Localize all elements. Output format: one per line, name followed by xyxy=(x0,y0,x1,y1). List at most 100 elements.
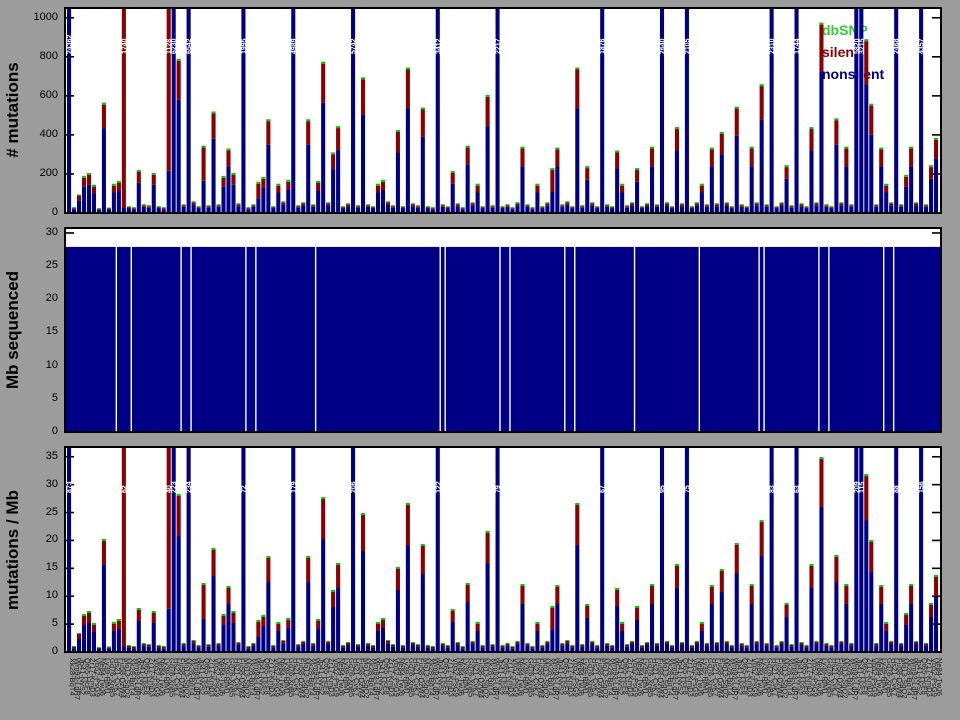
bar-silent xyxy=(261,179,265,188)
bar-dbsnp xyxy=(266,119,270,121)
bar-silent xyxy=(630,642,634,644)
bar-silent xyxy=(914,203,918,205)
bar-silent xyxy=(122,8,126,208)
bar-dbsnp xyxy=(595,645,599,646)
bar-silent xyxy=(720,571,724,592)
bar-nonsilent xyxy=(839,644,843,652)
bar-dbsnp xyxy=(844,584,848,586)
bar-silent xyxy=(695,642,699,644)
bar-dbsnp xyxy=(226,149,230,151)
clipped-bar-value-label: 75 xyxy=(684,485,691,493)
bar-dbsnp xyxy=(909,584,913,586)
bar-nonsilent xyxy=(839,205,843,213)
bar-silent xyxy=(336,128,340,150)
bar-silent xyxy=(755,642,759,644)
bar-dbsnp xyxy=(720,132,724,134)
bar-dbsnp xyxy=(725,641,729,642)
bar-silent xyxy=(97,648,101,649)
bar-dbsnp xyxy=(565,640,569,641)
bar-silent xyxy=(580,645,584,647)
bar-nonsilent xyxy=(466,164,470,213)
bar-silent xyxy=(461,647,465,648)
bar-silent xyxy=(775,646,779,647)
bar-nonsilent xyxy=(266,582,270,652)
bar-nonsilent xyxy=(112,193,116,214)
bar-silent xyxy=(680,643,684,645)
bar-silent xyxy=(889,203,893,205)
clipped-bar-value-label: 2468 xyxy=(894,38,901,54)
bar-silent xyxy=(182,644,186,646)
bar-dbsnp xyxy=(914,641,918,642)
bar-silent xyxy=(421,546,425,574)
bar-nonsilent xyxy=(102,565,106,652)
bar-silent xyxy=(874,644,878,646)
bar-dbsnp xyxy=(321,62,325,64)
bar-silent xyxy=(909,149,913,167)
bar-dbsnp xyxy=(446,645,450,646)
bar-dbsnp xyxy=(640,645,644,646)
bar-dbsnp xyxy=(570,645,574,646)
bar-dbsnp xyxy=(466,583,470,585)
bar-nonsilent xyxy=(451,184,455,213)
bar-silent xyxy=(615,590,619,606)
bar-dbsnp xyxy=(615,588,619,590)
bar-silent xyxy=(326,203,330,205)
bar-dbsnp xyxy=(530,646,534,647)
bar-silent xyxy=(730,207,734,208)
bar-silent xyxy=(740,644,744,646)
bar-dbsnp xyxy=(381,618,385,620)
bar-dbsnp xyxy=(107,646,111,647)
bar-dbsnp xyxy=(87,173,91,175)
bar-dbsnp xyxy=(236,642,240,643)
bar-nonsilent xyxy=(884,193,888,214)
bar-silent xyxy=(585,168,589,180)
bar-dbsnp xyxy=(72,646,76,647)
bar-nonsilent xyxy=(675,151,679,213)
clipped-bar-value-label: 6230 xyxy=(171,38,178,54)
bar-silent xyxy=(580,206,584,208)
bar-nonsilent xyxy=(87,623,91,652)
bar-silent xyxy=(356,645,360,647)
bar-dbsnp xyxy=(540,645,544,646)
bar-silent xyxy=(371,646,375,647)
bar-dbsnp xyxy=(341,645,345,646)
bar-nonsilent xyxy=(386,643,390,652)
bar-dbsnp xyxy=(147,205,151,206)
bar-silent xyxy=(510,208,514,209)
bar-silent xyxy=(785,605,789,617)
bar-dbsnp xyxy=(814,202,818,203)
y-tick-label: 25 xyxy=(46,259,58,272)
bar-dbsnp xyxy=(510,207,514,208)
bar-dbsnp xyxy=(745,206,749,207)
bar-silent xyxy=(530,208,534,209)
bar-dbsnp xyxy=(396,130,400,132)
bar-silent xyxy=(266,558,270,582)
bar-nonsilent xyxy=(381,190,385,213)
bar-nonsilent xyxy=(456,645,460,652)
clipped-bar-value-label: 206 xyxy=(351,481,358,493)
bar-nonsilent xyxy=(894,447,898,652)
bar-silent xyxy=(361,79,365,114)
y-tick-label: 20 xyxy=(46,292,58,305)
bar-silent xyxy=(914,642,918,644)
bar-dbsnp xyxy=(710,585,714,587)
bar-nonsilent xyxy=(87,185,91,213)
bar-silent xyxy=(366,644,370,646)
clipped-bar-value-label: 223 xyxy=(171,481,178,493)
bar-nonsilent xyxy=(750,604,754,652)
bar-nonsilent xyxy=(376,193,380,214)
bar-dbsnp xyxy=(610,645,614,646)
bar-silent xyxy=(491,206,495,208)
bar-dbsnp xyxy=(924,643,928,644)
bar-nonsilent xyxy=(879,166,883,213)
bar-nonsilent xyxy=(889,205,893,213)
bar-silent xyxy=(809,566,813,588)
bar-nonsilent xyxy=(261,188,265,213)
bar-silent xyxy=(869,542,873,572)
bar-dbsnp xyxy=(585,166,589,168)
bar-silent xyxy=(326,642,330,644)
bar-silent xyxy=(306,558,310,582)
bar-dbsnp xyxy=(625,205,629,206)
bar-dbsnp xyxy=(690,206,694,207)
y-tick-label: 10 xyxy=(46,589,58,602)
